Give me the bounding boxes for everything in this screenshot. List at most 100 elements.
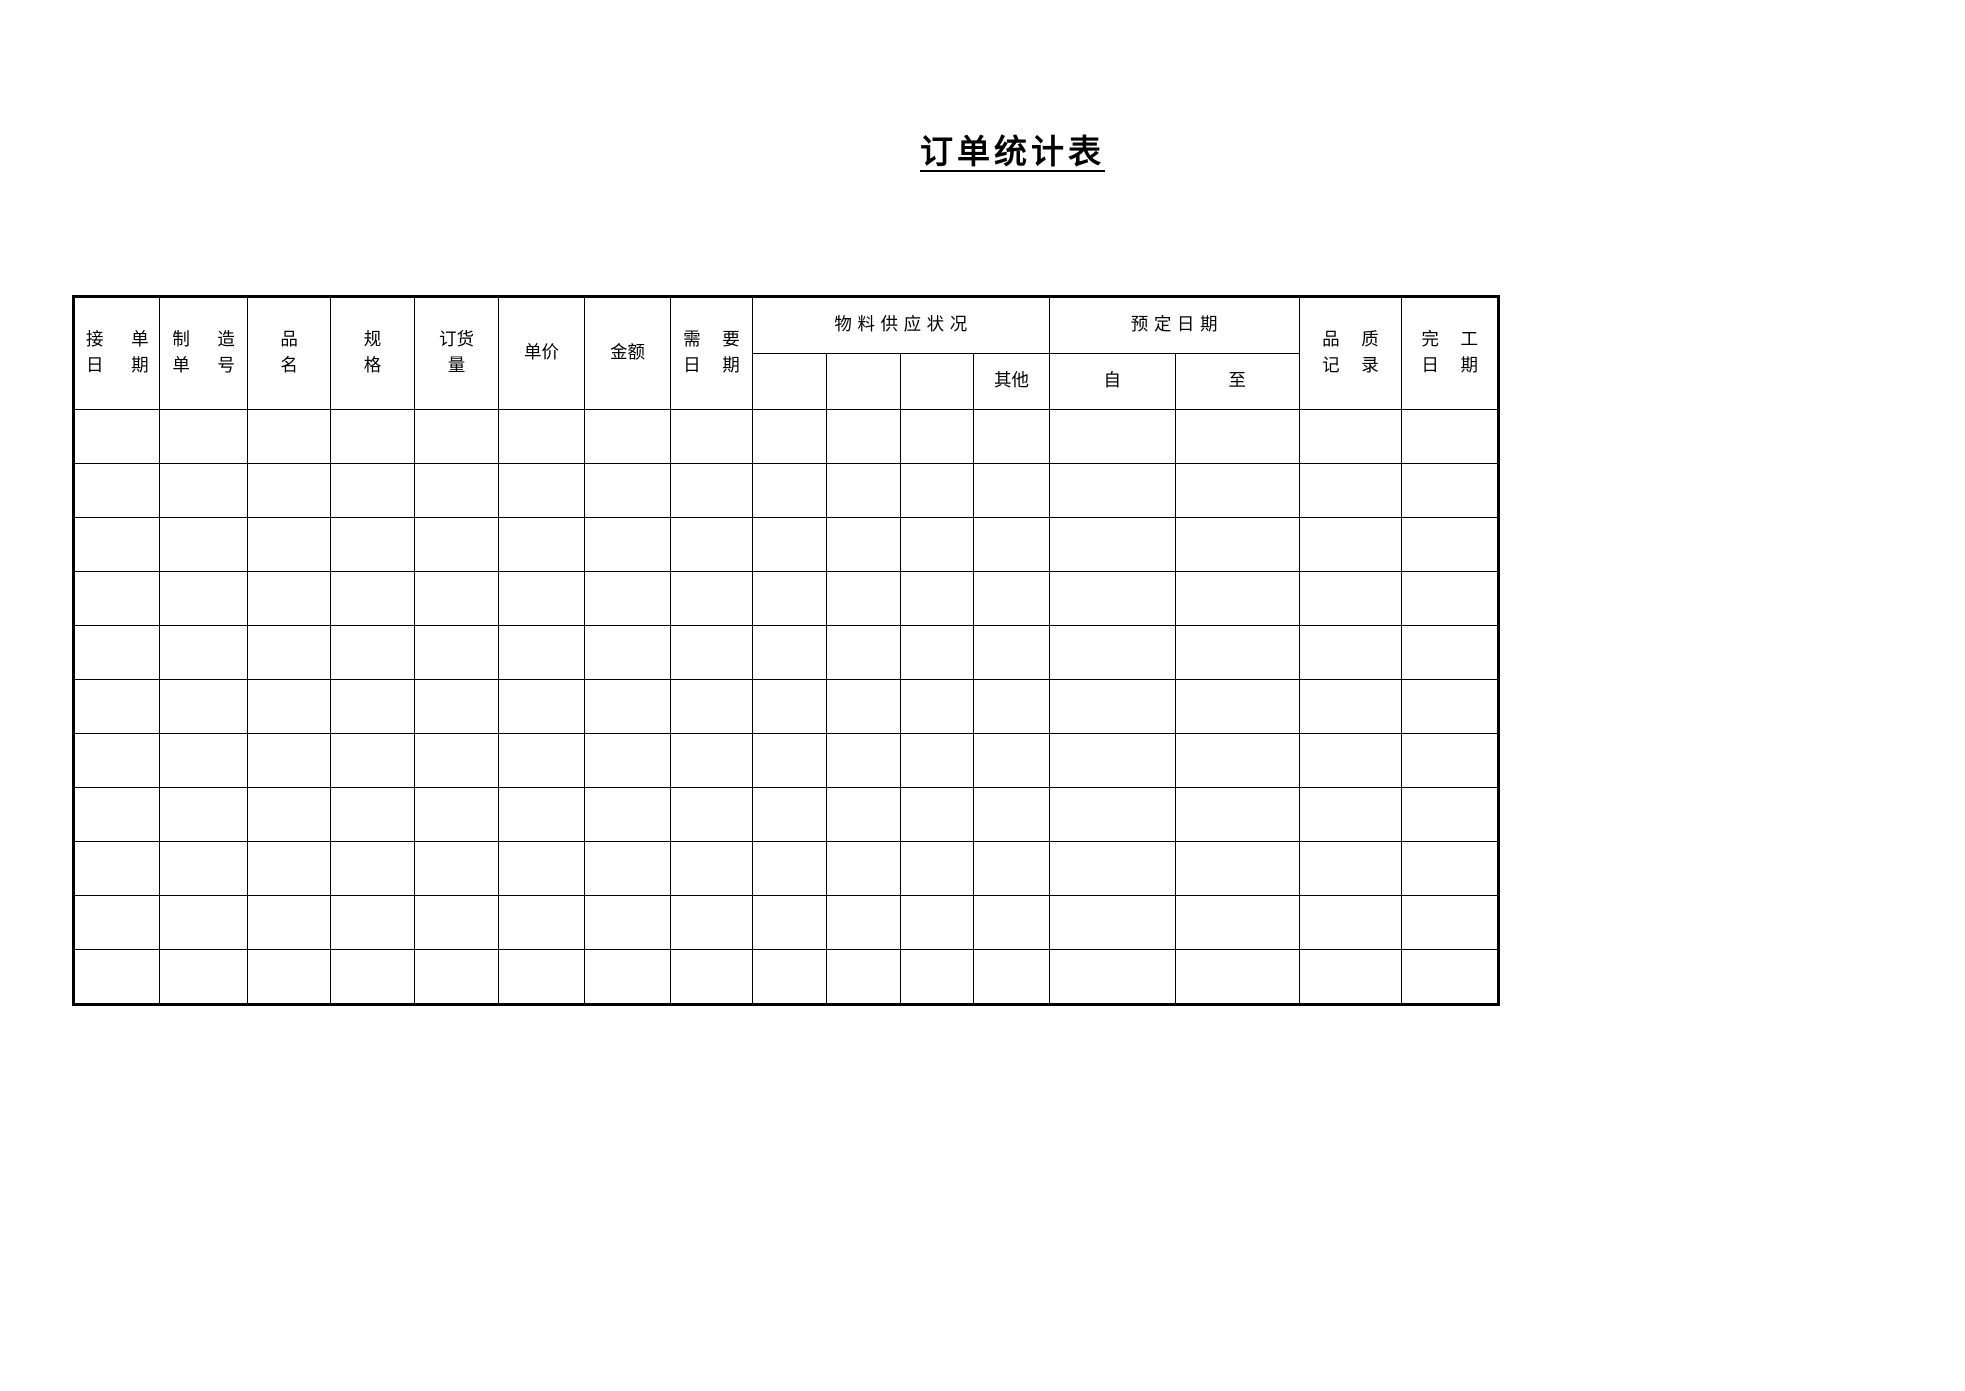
table-cell[interactable] [670,733,753,788]
table-cell[interactable] [247,787,332,842]
table-cell[interactable] [826,733,901,788]
table-cell[interactable] [1401,409,1499,464]
table-cell[interactable] [670,895,753,950]
table-cell[interactable] [899,463,975,518]
table-cell[interactable] [72,895,161,950]
table-cell[interactable] [247,571,332,626]
table-cell[interactable] [159,949,249,1005]
table-cell[interactable] [670,787,753,842]
table-cell[interactable] [72,679,161,734]
table-cell[interactable] [1401,679,1499,734]
table-cell[interactable] [1048,949,1176,1005]
table-cell[interactable] [330,787,415,842]
table-cell[interactable] [899,895,975,950]
table-cell[interactable] [826,895,901,950]
table-cell[interactable] [973,733,1050,788]
table-cell[interactable] [973,895,1050,950]
table-cell[interactable] [751,571,828,626]
table-cell[interactable] [751,949,828,1005]
table-cell[interactable] [497,625,585,680]
table-cell[interactable] [1048,841,1176,896]
table-cell[interactable] [497,949,585,1005]
table-cell[interactable] [973,571,1050,626]
table-cell[interactable] [414,787,499,842]
table-cell[interactable] [1401,625,1499,680]
table-cell[interactable] [414,895,499,950]
table-cell[interactable] [751,517,828,572]
table-cell[interactable] [899,949,975,1005]
table-cell[interactable] [1174,571,1300,626]
table-cell[interactable] [826,625,901,680]
table-cell[interactable] [330,463,415,518]
table-cell[interactable] [1298,679,1403,734]
table-cell[interactable] [670,517,753,572]
table-cell[interactable] [497,679,585,734]
table-cell[interactable] [414,949,499,1005]
table-cell[interactable] [751,679,828,734]
table-cell[interactable] [583,463,672,518]
table-cell[interactable] [1298,841,1403,896]
table-cell[interactable] [1174,949,1300,1005]
table-cell[interactable] [1298,571,1403,626]
table-cell[interactable] [583,679,672,734]
table-cell[interactable] [247,949,332,1005]
table-cell[interactable] [159,679,249,734]
table-cell[interactable] [1174,841,1300,896]
table-cell[interactable] [670,571,753,626]
table-cell[interactable] [1048,787,1176,842]
table-cell[interactable] [247,625,332,680]
table-cell[interactable] [899,517,975,572]
table-cell[interactable] [1174,787,1300,842]
table-cell[interactable] [1298,895,1403,950]
table-cell[interactable] [414,517,499,572]
table-cell[interactable] [1401,517,1499,572]
table-cell[interactable] [414,625,499,680]
table-cell[interactable] [159,733,249,788]
table-cell[interactable] [72,787,161,842]
table-cell[interactable] [751,409,828,464]
table-cell[interactable] [751,625,828,680]
table-cell[interactable] [973,463,1050,518]
table-cell[interactable] [1048,409,1176,464]
table-cell[interactable] [1298,949,1403,1005]
table-cell[interactable] [583,571,672,626]
table-cell[interactable] [973,949,1050,1005]
table-cell[interactable] [1174,895,1300,950]
table-cell[interactable] [826,841,901,896]
table-cell[interactable] [1048,895,1176,950]
table-cell[interactable] [330,895,415,950]
table-cell[interactable] [583,733,672,788]
table-cell[interactable] [1401,571,1499,626]
table-cell[interactable] [1048,463,1176,518]
table-cell[interactable] [497,841,585,896]
table-cell[interactable] [72,571,161,626]
table-cell[interactable] [1298,409,1403,464]
table-cell[interactable] [1298,787,1403,842]
table-cell[interactable] [973,517,1050,572]
table-cell[interactable] [1401,841,1499,896]
table-cell[interactable] [414,679,499,734]
table-cell[interactable] [159,517,249,572]
table-cell[interactable] [899,733,975,788]
table-cell[interactable] [497,517,585,572]
table-cell[interactable] [670,409,753,464]
table-cell[interactable] [1048,679,1176,734]
table-cell[interactable] [72,625,161,680]
table-cell[interactable] [583,841,672,896]
table-cell[interactable] [414,841,499,896]
table-cell[interactable] [826,679,901,734]
table-cell[interactable] [1174,625,1300,680]
table-cell[interactable] [1174,733,1300,788]
table-cell[interactable] [1298,625,1403,680]
table-cell[interactable] [72,409,161,464]
table-cell[interactable] [497,733,585,788]
table-cell[interactable] [751,895,828,950]
table-cell[interactable] [1174,517,1300,572]
table-cell[interactable] [330,733,415,788]
table-cell[interactable] [247,409,332,464]
table-cell[interactable] [497,787,585,842]
table-cell[interactable] [973,841,1050,896]
table-cell[interactable] [899,571,975,626]
table-cell[interactable] [826,463,901,518]
table-cell[interactable] [330,409,415,464]
